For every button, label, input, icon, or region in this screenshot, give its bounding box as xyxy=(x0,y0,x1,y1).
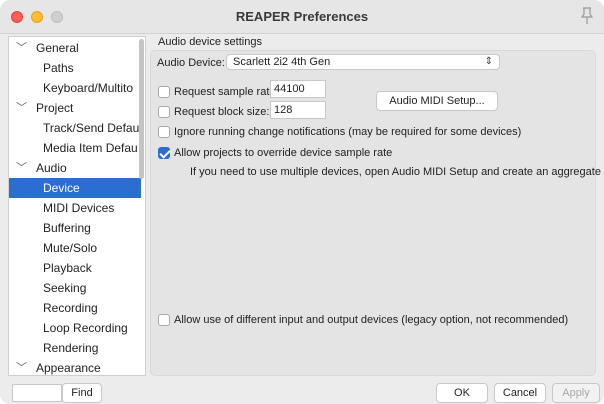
sidebar-item-track-send-defaults[interactable]: Track/Send Defau xyxy=(9,118,141,138)
block-size-input[interactable]: 128 xyxy=(270,101,326,119)
ok-button[interactable]: OK xyxy=(436,383,488,403)
sidebar-item-seeking[interactable]: Seeking xyxy=(9,278,141,298)
apply-button[interactable]: Apply xyxy=(552,383,600,403)
sidebar-item-loop-recording[interactable]: Loop Recording xyxy=(9,318,141,338)
request-block-size-checkbox[interactable] xyxy=(158,106,170,118)
sample-rate-input[interactable]: 44100 xyxy=(270,80,326,98)
title-bar: REAPER Preferences xyxy=(0,0,604,34)
different-io-devices-checkbox[interactable] xyxy=(158,314,170,326)
updown-chevron-icon: ⇕ xyxy=(484,56,493,67)
sidebar-item-keyboard-multitouch[interactable]: Keyboard/Multito xyxy=(9,78,141,98)
preferences-category-tree[interactable]: ﹀ General Paths Keyboard/Multito ﹀ Proje… xyxy=(8,36,146,376)
sidebar-item-buffering[interactable]: Buffering xyxy=(9,218,141,238)
ignore-notifications-label: Ignore running change notifications (may… xyxy=(174,126,522,138)
sidebar-item-appearance[interactable]: ﹀ Appearance xyxy=(9,358,141,375)
preferences-window: REAPER Preferences ﹀ General Paths Keybo… xyxy=(0,0,604,404)
allow-override-sample-rate-checkbox[interactable] xyxy=(158,147,170,159)
sidebar-item-midi-devices[interactable]: MIDI Devices xyxy=(9,198,141,218)
sidebar-item-paths[interactable]: Paths xyxy=(9,58,141,78)
audio-midi-setup-button[interactable]: Audio MIDI Setup... xyxy=(376,91,498,111)
multiple-devices-note: If you need to use multiple devices, ope… xyxy=(190,166,604,178)
audio-device-settings-panel xyxy=(150,50,596,376)
request-block-size-label: Request block size: xyxy=(174,106,270,118)
find-button[interactable]: Find xyxy=(62,383,102,403)
sidebar-item-device[interactable]: Device xyxy=(9,178,141,198)
sidebar-item-playback[interactable]: Playback xyxy=(9,258,141,278)
audio-device-label: Audio Device: xyxy=(157,57,225,69)
pin-icon[interactable] xyxy=(580,7,594,25)
sidebar-item-media-item-defaults[interactable]: Media Item Defau xyxy=(9,138,141,158)
ignore-notifications-checkbox[interactable] xyxy=(158,126,170,138)
chevron-down-icon[interactable]: ﹀ xyxy=(16,98,27,118)
allow-override-sample-rate-label: Allow projects to override device sample… xyxy=(174,147,393,159)
sidebar-item-audio[interactable]: ﹀ Audio xyxy=(9,158,141,178)
sidebar-item-rendering[interactable]: Rendering xyxy=(9,338,141,358)
section-title: Audio device settings xyxy=(158,36,262,48)
request-sample-rate-label: Request sample rate: xyxy=(174,86,279,98)
sidebar-item-project[interactable]: ﹀ Project xyxy=(9,98,141,118)
chevron-down-icon[interactable]: ﹀ xyxy=(16,358,27,375)
sidebar-item-general[interactable]: ﹀ General xyxy=(9,38,141,58)
sidebar-scrollbar[interactable] xyxy=(139,39,144,179)
request-sample-rate-checkbox[interactable] xyxy=(158,86,170,98)
window-title: REAPER Preferences xyxy=(235,9,369,24)
sidebar-item-recording[interactable]: Recording xyxy=(9,298,141,318)
sidebar-item-mute-solo[interactable]: Mute/Solo xyxy=(9,238,141,258)
different-io-devices-label: Allow use of different input and output … xyxy=(174,314,569,326)
audio-device-select[interactable]: Scarlett 2i2 4th Gen ⇕ xyxy=(226,54,500,70)
find-input[interactable] xyxy=(12,384,62,402)
chevron-down-icon[interactable]: ﹀ xyxy=(16,158,27,178)
cancel-button[interactable]: Cancel xyxy=(494,383,546,403)
chevron-down-icon[interactable]: ﹀ xyxy=(16,38,27,58)
